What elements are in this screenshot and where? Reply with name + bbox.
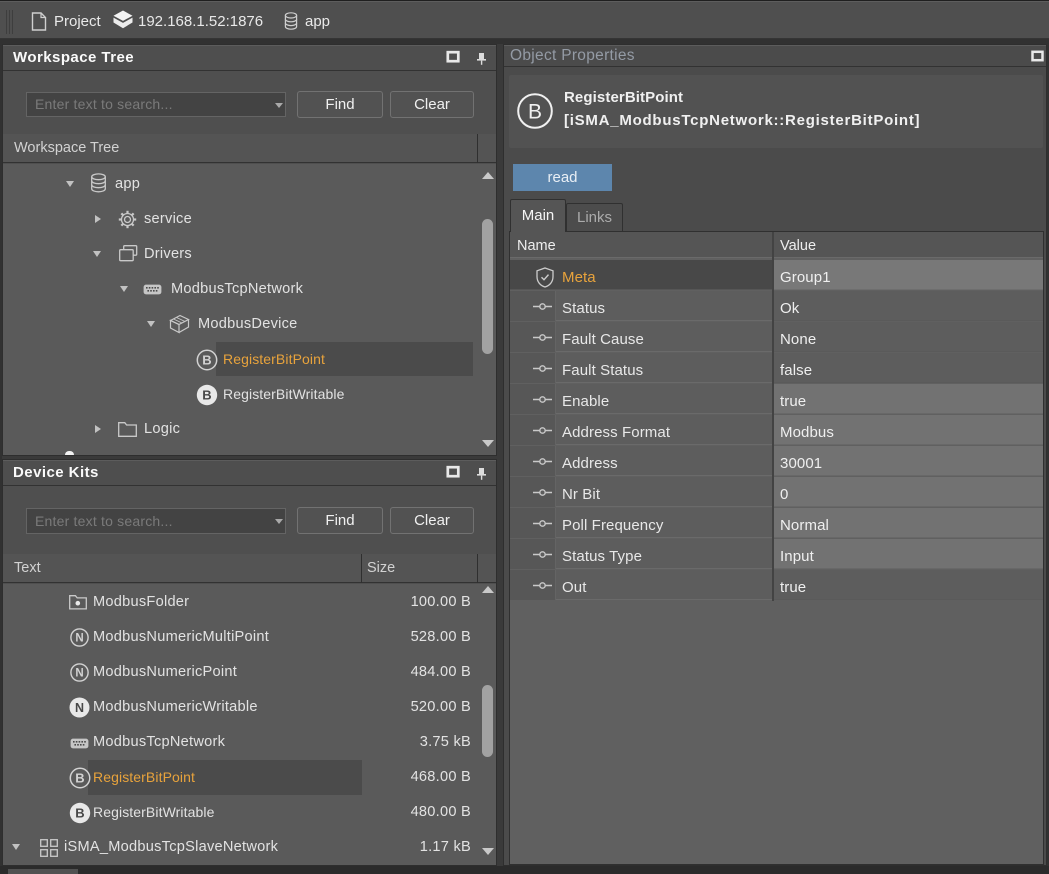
svg-text:B: B [202,388,211,403]
svg-text:B: B [75,771,84,786]
svg-text:B: B [75,806,84,821]
svg-text:N: N [75,701,84,715]
svg-text:B: B [528,101,542,124]
svg-text:N: N [75,633,83,645]
svg-text:N: N [75,668,83,680]
svg-text:B: B [202,353,211,368]
